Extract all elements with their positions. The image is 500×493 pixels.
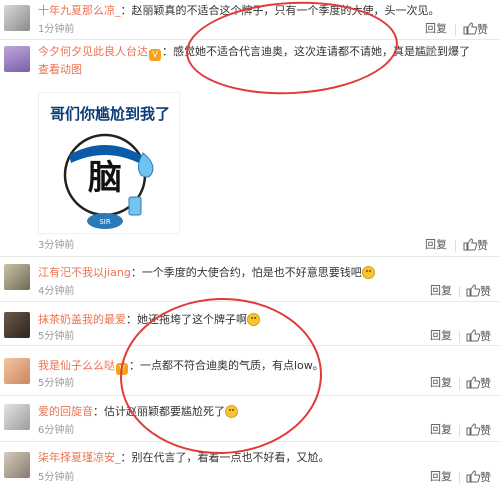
comment-username[interactable]: 柒年择夏瑾凉安_ [38, 451, 121, 464]
comment-line: 今夕何夕见此良人台达 V ：感觉她不适合代言迪奥，这次连请都不请她，真是尴尬到爆了 [38, 45, 470, 61]
comment-item: 抹茶奶盖我的最爱：她还拖垮了这个牌子啊 5分钟前 回复 赞 [0, 302, 500, 346]
vip-badge-icon: V [116, 363, 128, 375]
view-gif-link[interactable]: 查看动图 [38, 63, 82, 77]
comment-line: 我是仙子么么哒 V ：一点都不符合迪奥的气质，有点low。 [38, 359, 324, 375]
avatar[interactable] [4, 5, 30, 31]
thumbs-up-icon [466, 284, 480, 297]
comment-text: 估计赵丽颖都要尴尬死了 [104, 405, 225, 418]
avatar[interactable] [4, 46, 30, 72]
sticker-caption: 哥们你尴尬到我了 [50, 105, 170, 123]
like-button[interactable]: 赞 [466, 376, 491, 391]
comment-time: 1分钟前 [38, 24, 75, 35]
thumbs-up-icon [463, 22, 477, 35]
comment-line: 抹茶奶盖我的最爱：她还拖垮了这个牌子啊 [38, 313, 260, 327]
like-button[interactable]: 赞 [466, 470, 491, 485]
comment-username[interactable]: 抹茶奶盖我的最爱 [38, 313, 126, 326]
sticker-image[interactable]: 哥们你尴尬到我了 脑 SIR [38, 92, 180, 234]
comment-username[interactable]: 爱的回旋音 [38, 405, 93, 418]
comment-item: 爱的回旋音：估计赵丽颖都要尴尬死了 6分钟前 回复 赞 [0, 396, 500, 442]
comment-text: 别在代言了，看着一点也不好看，又尬。 [131, 451, 330, 464]
emoji-icon [361, 266, 375, 279]
comment-item: 十年九夏那么凉_：赵丽颖真的不适合这个牌子，只有一个季度的大使，头一次见。 1分… [0, 0, 500, 40]
comment-item: 江有汜不我以jiang：一个季度的大使合约，怕是也不好意思要钱吧 4分钟前 回复… [0, 257, 500, 302]
sticker-tag: SIR [99, 218, 111, 226]
comment-time: 5分钟前 [38, 378, 75, 389]
comment-text: 她还拖垮了这个牌子啊 [137, 313, 247, 326]
like-button[interactable]: 赞 [466, 423, 491, 438]
comment-item: 柒年择夏瑾凉安_：别在代言了，看着一点也不好看，又尬。 5分钟前 回复 赞 [0, 442, 500, 493]
comment-username[interactable]: 十年九夏那么凉_ [38, 4, 121, 17]
comment-username[interactable]: 今夕何夕见此良人台达 [38, 45, 148, 58]
comment-line: 柒年择夏瑾凉安_：别在代言了，看着一点也不好看，又尬。 [38, 451, 330, 464]
thumbs-up-icon [466, 423, 480, 436]
comment-item: 我是仙子么么哒 V ：一点都不符合迪奥的气质，有点low。 5分钟前 回复 赞 [0, 346, 500, 396]
comment-time: 3分钟前 [38, 240, 75, 251]
thumbs-up-icon [466, 376, 480, 389]
avatar[interactable] [4, 264, 30, 290]
emoji-icon [225, 405, 238, 418]
emoji-icon [247, 313, 260, 326]
reply-button[interactable]: 回复 [425, 238, 447, 252]
reply-button[interactable]: 回复 [430, 376, 452, 390]
sticker-big-char: 脑 [88, 158, 122, 198]
avatar[interactable] [4, 404, 30, 430]
comment-time: 6分钟前 [38, 425, 75, 436]
vip-badge-icon: V [149, 49, 161, 61]
comment-text: 一个季度的大使合约，怕是也不好意思要钱吧 [141, 266, 362, 279]
avatar[interactable] [4, 312, 30, 338]
comment-username[interactable]: 我是仙子么么哒 [38, 359, 115, 372]
comment-text: 赵丽颖真的不适合这个牌子，只有一个季度的大使，头一次见。 [131, 4, 440, 17]
comment-time: 4分钟前 [38, 286, 75, 297]
comment-line: 江有汜不我以jiang：一个季度的大使合约，怕是也不好意思要钱吧 [38, 266, 375, 280]
comment-time: 5分钟前 [38, 472, 75, 483]
comment-item: 今夕何夕见此良人台达 V ：感觉她不适合代言迪奥，这次连请都不请她，真是尴尬到爆了 … [0, 40, 500, 257]
avatar[interactable] [4, 452, 30, 478]
comment-line: 十年九夏那么凉_：赵丽颖真的不适合这个牌子，只有一个季度的大使，头一次见。 [38, 4, 440, 17]
like-button[interactable]: 赞 [463, 22, 488, 37]
reply-button[interactable]: 回复 [425, 22, 447, 36]
thumbs-up-icon [463, 238, 477, 251]
thumbs-up-icon [466, 470, 480, 483]
comment-time: 5分钟前 [38, 331, 75, 342]
comment-text: 一点都不符合迪奥的气质，有点low。 [140, 359, 324, 372]
like-button[interactable]: 赞 [466, 284, 491, 299]
reply-button[interactable]: 回复 [430, 470, 452, 484]
comment-line: 爱的回旋音：估计赵丽颖都要尴尬死了 [38, 405, 238, 419]
like-button[interactable]: 赞 [463, 238, 488, 253]
reply-button[interactable]: 回复 [430, 284, 452, 298]
reply-button[interactable]: 回复 [430, 329, 452, 343]
comment-username[interactable]: 江有汜不我以jiang [38, 266, 131, 279]
delete-button[interactable]: 删 [425, 45, 436, 59]
thumbs-up-icon [466, 329, 480, 342]
like-button[interactable]: 赞 [466, 329, 491, 344]
reply-button[interactable]: 回复 [430, 423, 452, 437]
avatar[interactable] [4, 358, 30, 384]
